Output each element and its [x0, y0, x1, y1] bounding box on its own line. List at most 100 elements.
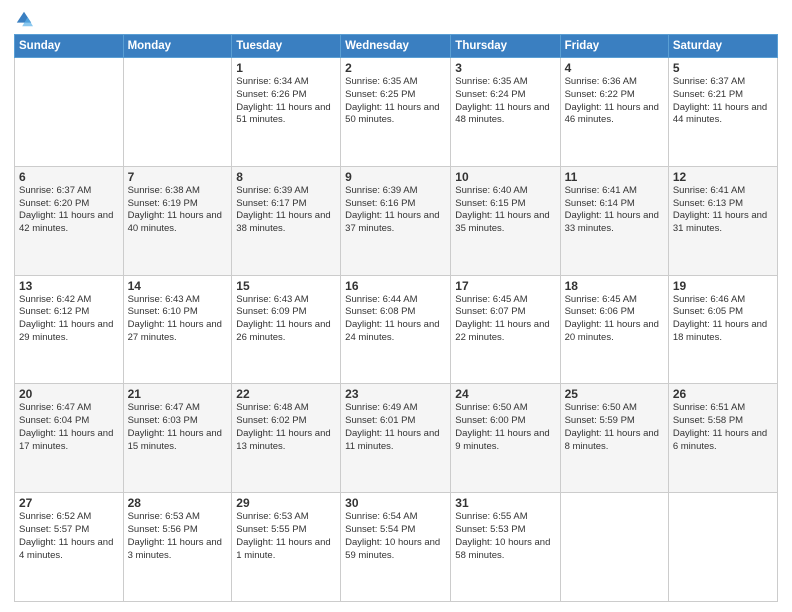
header-saturday: Saturday [668, 35, 777, 58]
header-tuesday: Tuesday [232, 35, 341, 58]
day-info: Sunrise: 6:34 AM Sunset: 6:26 PM Dayligh… [236, 76, 336, 127]
day-info: Sunrise: 6:41 AM Sunset: 6:14 PM Dayligh… [565, 185, 664, 236]
header-row: SundayMondayTuesdayWednesdayThursdayFrid… [15, 35, 778, 58]
day-number: 21 [128, 387, 228, 401]
logo-icon [15, 10, 33, 28]
table-cell [123, 58, 232, 167]
table-cell: 18Sunrise: 6:45 AM Sunset: 6:06 PM Dayli… [560, 275, 668, 384]
calendar-table: SundayMondayTuesdayWednesdayThursdayFrid… [14, 34, 778, 602]
day-info: Sunrise: 6:46 AM Sunset: 6:05 PM Dayligh… [673, 294, 773, 345]
table-cell: 10Sunrise: 6:40 AM Sunset: 6:15 PM Dayli… [451, 166, 560, 275]
table-cell [15, 58, 124, 167]
week-row-1: 6Sunrise: 6:37 AM Sunset: 6:20 PM Daylig… [15, 166, 778, 275]
week-row-3: 20Sunrise: 6:47 AM Sunset: 6:04 PM Dayli… [15, 384, 778, 493]
day-info: Sunrise: 6:45 AM Sunset: 6:06 PM Dayligh… [565, 294, 664, 345]
day-info: Sunrise: 6:50 AM Sunset: 6:00 PM Dayligh… [455, 402, 555, 453]
table-cell: 27Sunrise: 6:52 AM Sunset: 5:57 PM Dayli… [15, 493, 124, 602]
header-friday: Friday [560, 35, 668, 58]
day-info: Sunrise: 6:52 AM Sunset: 5:57 PM Dayligh… [19, 511, 119, 562]
table-cell: 29Sunrise: 6:53 AM Sunset: 5:55 PM Dayli… [232, 493, 341, 602]
day-number: 22 [236, 387, 336, 401]
day-number: 30 [345, 496, 446, 510]
day-info: Sunrise: 6:50 AM Sunset: 5:59 PM Dayligh… [565, 402, 664, 453]
table-cell: 31Sunrise: 6:55 AM Sunset: 5:53 PM Dayli… [451, 493, 560, 602]
table-cell: 3Sunrise: 6:35 AM Sunset: 6:24 PM Daylig… [451, 58, 560, 167]
day-info: Sunrise: 6:43 AM Sunset: 6:10 PM Dayligh… [128, 294, 228, 345]
logo [14, 10, 33, 28]
table-cell: 14Sunrise: 6:43 AM Sunset: 6:10 PM Dayli… [123, 275, 232, 384]
day-info: Sunrise: 6:47 AM Sunset: 6:03 PM Dayligh… [128, 402, 228, 453]
day-number: 3 [455, 61, 555, 75]
day-info: Sunrise: 6:37 AM Sunset: 6:20 PM Dayligh… [19, 185, 119, 236]
day-number: 27 [19, 496, 119, 510]
table-cell: 13Sunrise: 6:42 AM Sunset: 6:12 PM Dayli… [15, 275, 124, 384]
day-number: 16 [345, 279, 446, 293]
day-number: 24 [455, 387, 555, 401]
day-number: 9 [345, 170, 446, 184]
day-info: Sunrise: 6:53 AM Sunset: 5:56 PM Dayligh… [128, 511, 228, 562]
table-cell [560, 493, 668, 602]
table-cell: 5Sunrise: 6:37 AM Sunset: 6:21 PM Daylig… [668, 58, 777, 167]
table-cell: 28Sunrise: 6:53 AM Sunset: 5:56 PM Dayli… [123, 493, 232, 602]
day-info: Sunrise: 6:54 AM Sunset: 5:54 PM Dayligh… [345, 511, 446, 562]
day-number: 2 [345, 61, 446, 75]
table-cell: 9Sunrise: 6:39 AM Sunset: 6:16 PM Daylig… [341, 166, 451, 275]
day-number: 4 [565, 61, 664, 75]
day-info: Sunrise: 6:43 AM Sunset: 6:09 PM Dayligh… [236, 294, 336, 345]
day-number: 17 [455, 279, 555, 293]
table-cell: 7Sunrise: 6:38 AM Sunset: 6:19 PM Daylig… [123, 166, 232, 275]
table-cell: 24Sunrise: 6:50 AM Sunset: 6:00 PM Dayli… [451, 384, 560, 493]
day-info: Sunrise: 6:35 AM Sunset: 6:25 PM Dayligh… [345, 76, 446, 127]
day-number: 7 [128, 170, 228, 184]
day-number: 12 [673, 170, 773, 184]
header-monday: Monday [123, 35, 232, 58]
day-number: 15 [236, 279, 336, 293]
day-info: Sunrise: 6:45 AM Sunset: 6:07 PM Dayligh… [455, 294, 555, 345]
day-info: Sunrise: 6:39 AM Sunset: 6:17 PM Dayligh… [236, 185, 336, 236]
day-info: Sunrise: 6:44 AM Sunset: 6:08 PM Dayligh… [345, 294, 446, 345]
table-cell: 4Sunrise: 6:36 AM Sunset: 6:22 PM Daylig… [560, 58, 668, 167]
table-cell: 8Sunrise: 6:39 AM Sunset: 6:17 PM Daylig… [232, 166, 341, 275]
week-row-0: 1Sunrise: 6:34 AM Sunset: 6:26 PM Daylig… [15, 58, 778, 167]
day-info: Sunrise: 6:39 AM Sunset: 6:16 PM Dayligh… [345, 185, 446, 236]
day-number: 11 [565, 170, 664, 184]
day-number: 29 [236, 496, 336, 510]
page: SundayMondayTuesdayWednesdayThursdayFrid… [0, 0, 792, 612]
header [14, 10, 778, 28]
table-cell: 26Sunrise: 6:51 AM Sunset: 5:58 PM Dayli… [668, 384, 777, 493]
table-cell: 20Sunrise: 6:47 AM Sunset: 6:04 PM Dayli… [15, 384, 124, 493]
day-number: 23 [345, 387, 446, 401]
day-number: 5 [673, 61, 773, 75]
table-cell: 22Sunrise: 6:48 AM Sunset: 6:02 PM Dayli… [232, 384, 341, 493]
table-cell: 25Sunrise: 6:50 AM Sunset: 5:59 PM Dayli… [560, 384, 668, 493]
table-cell: 30Sunrise: 6:54 AM Sunset: 5:54 PM Dayli… [341, 493, 451, 602]
day-number: 6 [19, 170, 119, 184]
week-row-2: 13Sunrise: 6:42 AM Sunset: 6:12 PM Dayli… [15, 275, 778, 384]
day-number: 28 [128, 496, 228, 510]
day-info: Sunrise: 6:53 AM Sunset: 5:55 PM Dayligh… [236, 511, 336, 562]
day-number: 14 [128, 279, 228, 293]
day-number: 25 [565, 387, 664, 401]
day-number: 1 [236, 61, 336, 75]
table-cell: 12Sunrise: 6:41 AM Sunset: 6:13 PM Dayli… [668, 166, 777, 275]
header-wednesday: Wednesday [341, 35, 451, 58]
day-number: 20 [19, 387, 119, 401]
day-number: 13 [19, 279, 119, 293]
table-cell: 2Sunrise: 6:35 AM Sunset: 6:25 PM Daylig… [341, 58, 451, 167]
table-cell: 21Sunrise: 6:47 AM Sunset: 6:03 PM Dayli… [123, 384, 232, 493]
day-number: 31 [455, 496, 555, 510]
header-thursday: Thursday [451, 35, 560, 58]
day-info: Sunrise: 6:48 AM Sunset: 6:02 PM Dayligh… [236, 402, 336, 453]
day-info: Sunrise: 6:47 AM Sunset: 6:04 PM Dayligh… [19, 402, 119, 453]
day-info: Sunrise: 6:38 AM Sunset: 6:19 PM Dayligh… [128, 185, 228, 236]
day-number: 10 [455, 170, 555, 184]
day-info: Sunrise: 6:35 AM Sunset: 6:24 PM Dayligh… [455, 76, 555, 127]
day-info: Sunrise: 6:51 AM Sunset: 5:58 PM Dayligh… [673, 402, 773, 453]
day-info: Sunrise: 6:41 AM Sunset: 6:13 PM Dayligh… [673, 185, 773, 236]
day-info: Sunrise: 6:42 AM Sunset: 6:12 PM Dayligh… [19, 294, 119, 345]
day-number: 18 [565, 279, 664, 293]
week-row-4: 27Sunrise: 6:52 AM Sunset: 5:57 PM Dayli… [15, 493, 778, 602]
table-cell: 23Sunrise: 6:49 AM Sunset: 6:01 PM Dayli… [341, 384, 451, 493]
table-cell: 6Sunrise: 6:37 AM Sunset: 6:20 PM Daylig… [15, 166, 124, 275]
table-cell: 19Sunrise: 6:46 AM Sunset: 6:05 PM Dayli… [668, 275, 777, 384]
